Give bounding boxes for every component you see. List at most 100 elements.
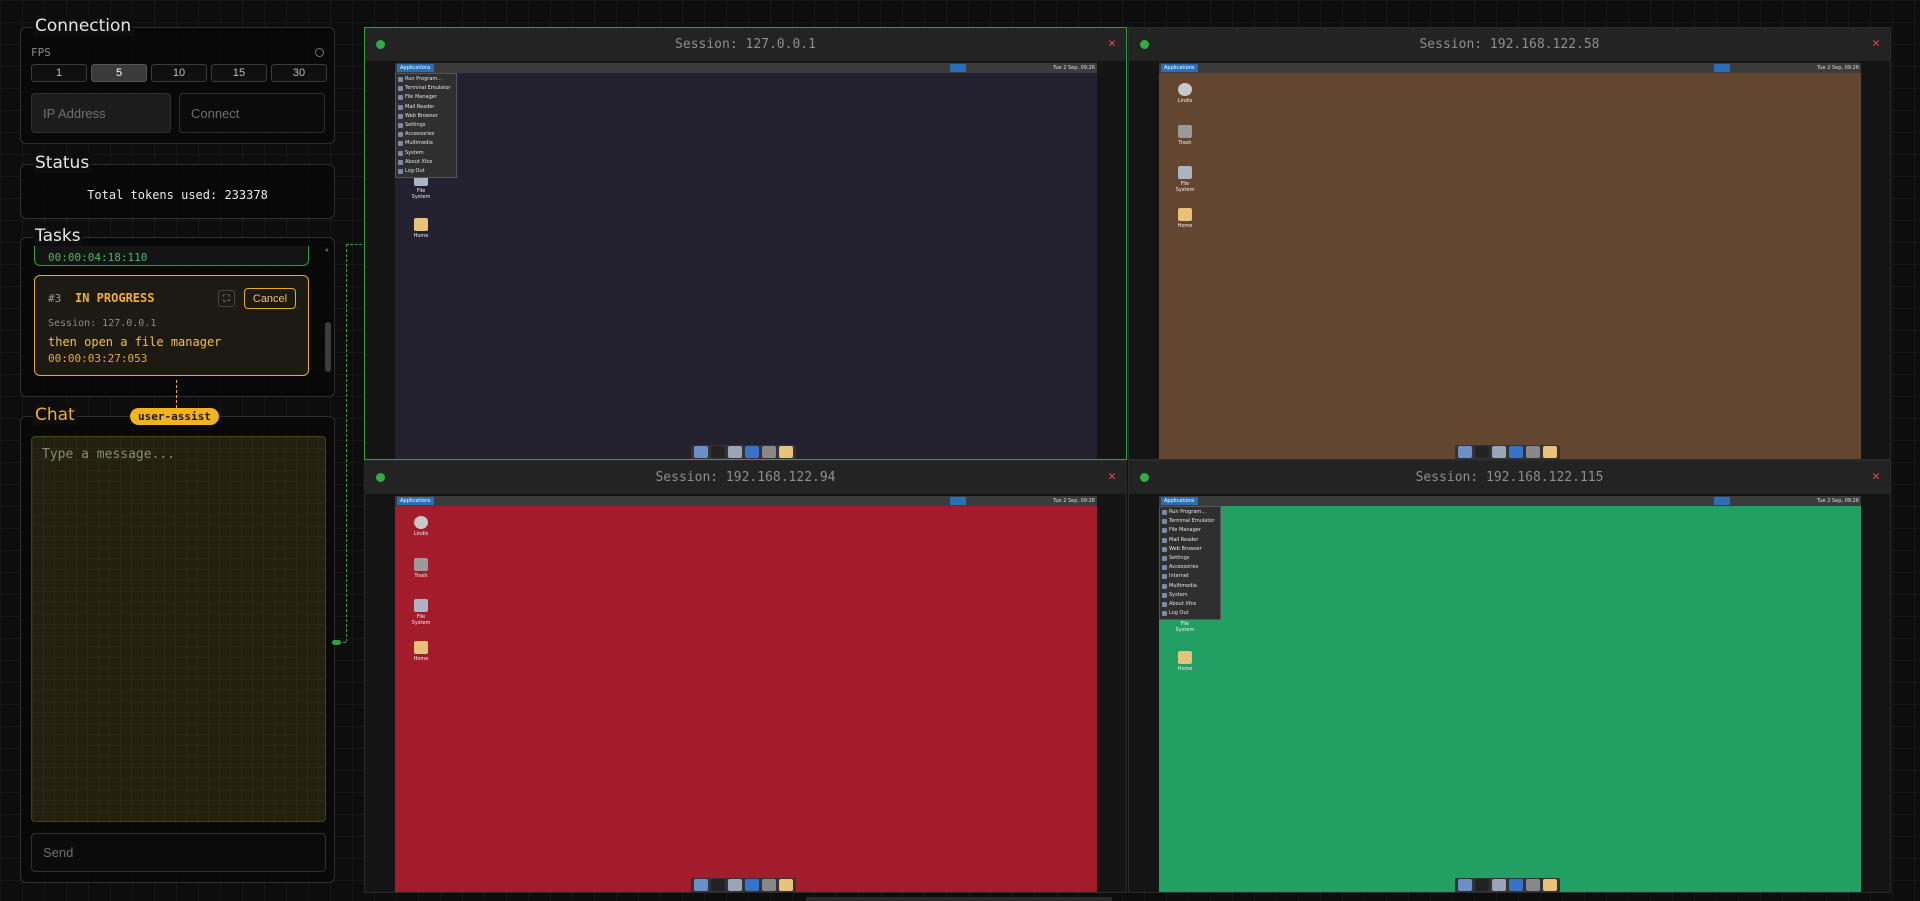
send-button[interactable]: Send bbox=[31, 833, 326, 872]
desktop[interactable]: File System Home bbox=[1159, 506, 1861, 892]
ip-address-input[interactable]: IP Address bbox=[31, 93, 171, 133]
terminal-icon[interactable] bbox=[1475, 879, 1489, 891]
menu-item[interactable]: Multimedia bbox=[396, 139, 456, 148]
session-window[interactable]: Session: 127.0.0.1 ✕ Applications Tue 2 … bbox=[364, 27, 1127, 460]
fps-option-5[interactable]: 5 bbox=[91, 64, 147, 82]
applications-menu-button[interactable]: Applications bbox=[1161, 497, 1198, 505]
menu-item[interactable]: Log Out bbox=[1160, 609, 1220, 618]
task-card-in-progress[interactable]: #3 IN PROGRESS ⛶ Cancel Session: 127.0.0… bbox=[34, 275, 309, 376]
folder-icon[interactable] bbox=[1543, 879, 1557, 891]
connect-button[interactable]: Connect bbox=[179, 93, 325, 133]
menu-item[interactable]: About Xfce bbox=[396, 158, 456, 167]
workspace-switcher[interactable] bbox=[950, 64, 966, 72]
tasks-scrollbar[interactable]: ▲ bbox=[324, 246, 332, 396]
applications-menu-button[interactable]: Applications bbox=[1161, 64, 1198, 72]
menu-item[interactable]: Mail Reader bbox=[396, 103, 456, 112]
desktop-icon-file-system[interactable]: File System bbox=[1174, 166, 1196, 193]
menu-item[interactable]: Settings bbox=[396, 121, 456, 130]
message-input[interactable]: Type a message... bbox=[31, 436, 326, 822]
connector-handle[interactable] bbox=[332, 640, 341, 645]
session-window[interactable]: Session: 192.168.122.115 ✕ Applications … bbox=[1128, 460, 1891, 893]
fps-option-1[interactable]: 1 bbox=[31, 64, 87, 82]
desktop-icon-lindis[interactable]: Lindis bbox=[410, 516, 432, 537]
menu-item[interactable]: Mail Reader bbox=[1160, 536, 1220, 545]
menu-item[interactable]: Terminal Emulator bbox=[396, 84, 456, 93]
menu-item[interactable]: File Manager bbox=[396, 93, 456, 102]
scrollbar-thumb[interactable] bbox=[325, 322, 331, 372]
file-manager-icon[interactable] bbox=[728, 879, 742, 891]
desktop-icon-home[interactable]: Home bbox=[410, 641, 432, 662]
desktop-icon-trash[interactable]: Trash bbox=[410, 558, 432, 579]
desktop[interactable]: Lindis Trash File System Home bbox=[395, 506, 1097, 892]
search-icon[interactable] bbox=[762, 879, 776, 891]
menu-item[interactable]: Multimedia bbox=[1160, 582, 1220, 591]
menu-item[interactable]: System bbox=[396, 149, 456, 158]
file-manager-icon[interactable] bbox=[728, 446, 742, 458]
show-desktop-icon[interactable] bbox=[1458, 446, 1472, 458]
terminal-icon[interactable] bbox=[711, 879, 725, 891]
applications-menu-button[interactable]: Applications bbox=[397, 497, 434, 505]
fps-option-10[interactable]: 10 bbox=[151, 64, 207, 82]
workspace-switcher[interactable] bbox=[1714, 497, 1730, 505]
folder-icon[interactable] bbox=[1543, 446, 1557, 458]
menu-item[interactable]: Accessories bbox=[1160, 563, 1220, 572]
menu-item[interactable]: Run Program... bbox=[396, 75, 456, 84]
menu-item[interactable]: File Manager bbox=[1160, 526, 1220, 535]
file-manager-icon[interactable] bbox=[1492, 446, 1506, 458]
menu-item[interactable]: About Xfce bbox=[1160, 600, 1220, 609]
remote-screen[interactable]: Applications Tue 2 Sep, 09:26 Lindis Tra… bbox=[1159, 63, 1861, 459]
desktop-icon-trash[interactable]: Trash bbox=[1174, 125, 1196, 146]
search-icon[interactable] bbox=[762, 446, 776, 458]
menu-item[interactable]: Run Program... bbox=[1160, 508, 1220, 517]
desktop-icon-home[interactable]: Home bbox=[1174, 208, 1196, 229]
web-browser-icon[interactable] bbox=[1509, 879, 1523, 891]
web-browser-icon[interactable] bbox=[745, 879, 759, 891]
folder-icon[interactable] bbox=[779, 879, 793, 891]
menu-item[interactable]: Accessories bbox=[396, 130, 456, 139]
desktop-icon-file-system[interactable]: File System bbox=[410, 599, 432, 626]
file-manager-icon[interactable] bbox=[1492, 879, 1506, 891]
menu-item[interactable]: Log Out bbox=[396, 167, 456, 176]
menu-item[interactable]: Internet bbox=[1160, 572, 1220, 581]
horizontal-scrollbar[interactable] bbox=[806, 897, 1112, 901]
expand-icon[interactable]: ⛶ bbox=[218, 290, 235, 307]
remote-screen[interactable]: Applications Tue 2 Sep, 09:26 File Syste… bbox=[395, 63, 1097, 459]
close-icon[interactable]: ✕ bbox=[1108, 469, 1116, 484]
remote-screen[interactable]: Applications Tue 2 Sep, 09:26 Lindis Tra… bbox=[395, 496, 1097, 892]
applications-menu-button[interactable]: Applications bbox=[397, 64, 434, 72]
cancel-button[interactable]: Cancel bbox=[244, 288, 296, 309]
menu-item[interactable]: System bbox=[1160, 591, 1220, 600]
show-desktop-icon[interactable] bbox=[1458, 879, 1472, 891]
desktop[interactable]: Lindis Trash File System Home bbox=[1159, 73, 1861, 459]
remote-screen[interactable]: Applications Tue 2 Sep, 09:26 File Syste… bbox=[1159, 496, 1861, 892]
web-browser-icon[interactable] bbox=[745, 446, 759, 458]
folder-icon[interactable] bbox=[779, 446, 793, 458]
desktop-icon-home[interactable]: Home bbox=[1174, 651, 1196, 672]
menu-item[interactable]: Web Browser bbox=[396, 112, 456, 121]
menu-item[interactable]: Terminal Emulator bbox=[1160, 517, 1220, 526]
desktop[interactable]: File System Home bbox=[395, 73, 1097, 459]
close-icon[interactable]: ✕ bbox=[1872, 36, 1880, 51]
fps-option-30[interactable]: 30 bbox=[271, 64, 327, 82]
show-desktop-icon[interactable] bbox=[694, 879, 708, 891]
terminal-icon[interactable] bbox=[1475, 446, 1489, 458]
session-window[interactable]: Session: 192.168.122.94 ✕ Applications T… bbox=[364, 460, 1127, 893]
show-desktop-icon[interactable] bbox=[694, 446, 708, 458]
menu-item[interactable]: Settings bbox=[1160, 554, 1220, 563]
menu-item[interactable]: Web Browser bbox=[1160, 545, 1220, 554]
workspace-switcher[interactable] bbox=[1714, 64, 1730, 72]
scroll-up-icon[interactable]: ▲ bbox=[325, 246, 329, 253]
desktop-icon-home[interactable]: Home bbox=[410, 218, 432, 239]
session-window[interactable]: Session: 192.168.122.58 ✕ Applications T… bbox=[1128, 27, 1891, 460]
workspace-switcher[interactable] bbox=[950, 497, 966, 505]
terminal-icon[interactable] bbox=[711, 446, 725, 458]
desktop-icon-lindis[interactable]: Lindis bbox=[1174, 83, 1196, 104]
search-icon[interactable] bbox=[1526, 879, 1540, 891]
close-icon[interactable]: ✕ bbox=[1872, 469, 1880, 484]
web-browser-icon[interactable] bbox=[1509, 446, 1523, 458]
search-icon[interactable] bbox=[1526, 446, 1540, 458]
close-icon[interactable]: ✕ bbox=[1108, 36, 1116, 51]
task-card-completed[interactable]: 00:00:04:18:110 bbox=[34, 246, 309, 266]
fps-option-15[interactable]: 15 bbox=[211, 64, 267, 82]
tasks-list[interactable]: 00:00:04:18:110 #3 IN PROGRESS ⛶ Cancel … bbox=[33, 246, 313, 398]
